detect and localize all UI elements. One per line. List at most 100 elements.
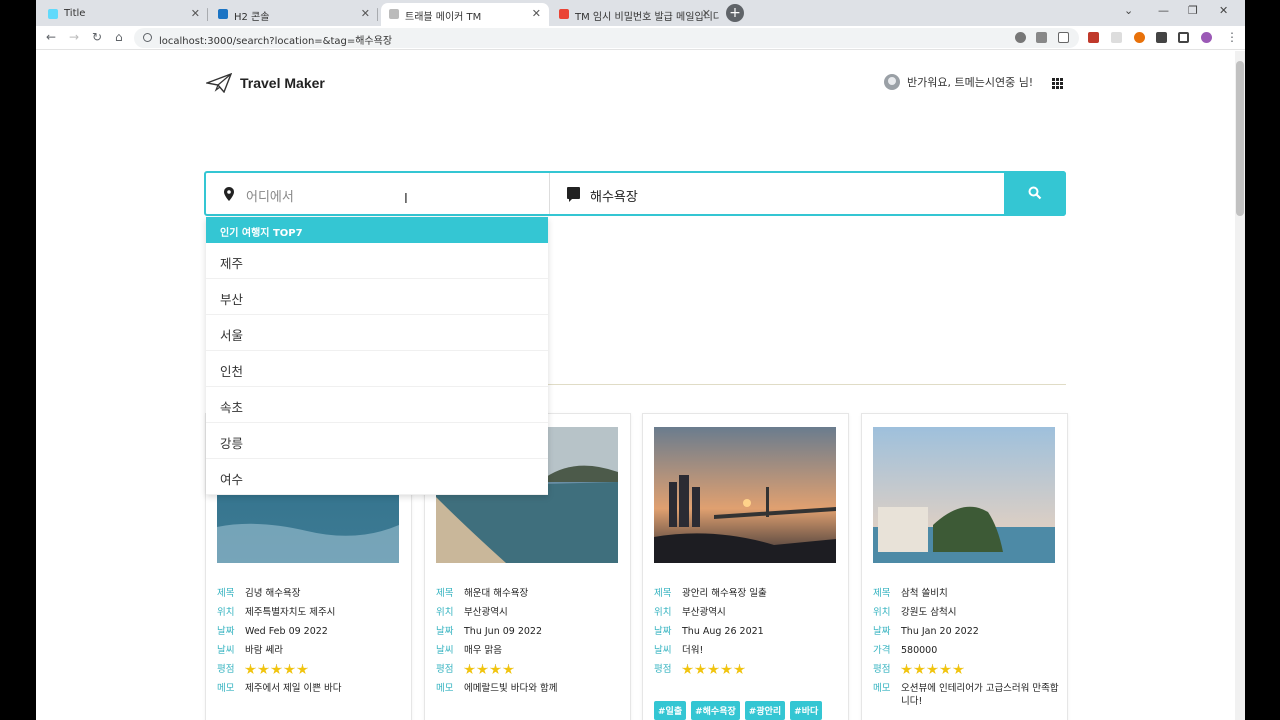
extension-icon[interactable] <box>1111 32 1122 43</box>
star-icon <box>927 664 938 675</box>
star-rating <box>901 660 964 679</box>
dropdown-item[interactable]: 속초 <box>206 387 548 423</box>
key-icon[interactable] <box>1015 32 1026 43</box>
profile-avatar[interactable] <box>1201 32 1212 43</box>
tab-title[interactable]: Title ✕ <box>40 3 208 26</box>
search-icon <box>1028 186 1042 200</box>
search-button[interactable] <box>1004 171 1066 216</box>
dropdown-item[interactable]: 부산 <box>206 279 548 315</box>
star-icon <box>914 664 925 675</box>
star-icon <box>721 664 732 675</box>
browser-toolbar: ← → ↻ ⌂ localhost:3000/search?location=&… <box>36 26 1245 50</box>
tab-h2-console[interactable]: H2 콘솔 ✕ <box>210 3 378 26</box>
memo-row: 메모 제주에서 제일 이쁜 바다 <box>217 683 342 694</box>
star-icon <box>477 664 488 675</box>
weather-row: 날씨 매우 맑음 <box>436 645 502 656</box>
apps-grid-icon[interactable] <box>1052 78 1063 89</box>
dropdown-item[interactable]: 여수 <box>206 459 548 495</box>
dropdown-heading: 인기 여행지 TOP7 <box>206 217 548 243</box>
reload-icon[interactable]: ↻ <box>92 30 102 44</box>
star-rating <box>682 660 745 679</box>
dropdown-item[interactable]: 강릉 <box>206 423 548 459</box>
rating-row: 평점 <box>654 660 840 679</box>
info-icon[interactable] <box>143 33 152 42</box>
star-icon <box>953 664 964 675</box>
post-thumbnail <box>654 427 836 563</box>
tag-value: 해수욕장 <box>590 190 638 205</box>
post-thumbnail <box>873 427 1055 563</box>
page-content: Travel Maker 반가워요, 트메는시연중 님! 어디에서 해수욕장 I… <box>36 51 1235 720</box>
tab-strip: Title ✕ H2 콘솔 ✕ 트래블 메이커 TM ✕ TM 임시 비밀번호 … <box>36 0 1245 26</box>
close-window-icon[interactable]: ✕ <box>1219 4 1228 17</box>
dropdown-item[interactable]: 인천 <box>206 351 548 387</box>
logo[interactable]: Travel Maker <box>206 73 325 93</box>
tag-chip[interactable]: #일출 <box>654 701 687 720</box>
tag-input[interactable]: 해수욕장 <box>550 173 1006 214</box>
date-row: 날짜 Thu Jun 09 2022 <box>436 626 543 637</box>
minimize-icon[interactable]: — <box>1158 4 1169 17</box>
tag-chip[interactable]: #광안리 <box>744 701 786 720</box>
star-icon <box>503 664 514 675</box>
rating-row: 평점 <box>873 660 1059 679</box>
user-greeting[interactable]: 반가워요, 트메는시연중 님! <box>884 74 1033 90</box>
maximize-icon[interactable]: ❐ <box>1188 4 1198 17</box>
location-row: 위치 부산광역시 <box>436 607 508 618</box>
star-icon[interactable] <box>1058 32 1069 43</box>
share-icon[interactable] <box>1036 32 1047 43</box>
star-icon <box>734 664 745 675</box>
extension-icon[interactable] <box>1088 32 1099 43</box>
date-row: 날짜 Thu Jan 20 2022 <box>873 626 979 637</box>
date-row: 날짜 Wed Feb 09 2022 <box>217 626 328 637</box>
star-icon <box>284 664 295 675</box>
search-bar: 어디에서 해수욕장 <box>204 171 1066 216</box>
text-cursor-icon: I <box>404 192 408 207</box>
tab-label: H2 콘솔 <box>234 12 270 23</box>
extension-icon[interactable] <box>1134 32 1145 43</box>
star-icon <box>940 664 951 675</box>
dropdown-item[interactable]: 제주 <box>206 243 548 279</box>
close-icon[interactable]: ✕ <box>702 7 711 20</box>
tab-gmail[interactable]: TM 임시 비밀번호 발급 메일입니다 ✕ <box>551 3 719 26</box>
location-pin-icon <box>224 187 234 201</box>
back-icon[interactable]: ← <box>46 30 56 44</box>
star-icon <box>258 664 269 675</box>
close-icon[interactable]: ✕ <box>191 7 200 20</box>
browser-window: Title ✕ H2 콘솔 ✕ 트래블 메이커 TM ✕ TM 임시 비밀번호 … <box>36 0 1245 720</box>
sidepanel-icon[interactable] <box>1178 32 1189 43</box>
close-icon[interactable]: ✕ <box>361 7 370 20</box>
location-input[interactable]: 어디에서 <box>206 173 550 214</box>
scrollbar[interactable] <box>1235 51 1245 720</box>
paper-plane-favicon-icon <box>389 9 399 19</box>
price-row: 가격 580000 <box>873 645 938 656</box>
tab-travel-maker[interactable]: 트래블 메이커 TM ✕ <box>381 3 549 26</box>
star-icon <box>271 664 282 675</box>
tag-chip[interactable]: #해수욕장 <box>691 701 740 720</box>
greeting-text: 반가워요, 트메는시연중 님! <box>907 76 1034 89</box>
memo-row: 메모 오션뷰에 인테리어가 고급스러워 만족합니다! <box>873 683 1059 707</box>
title-row: 제목 해운대 해수욕장 <box>436 588 529 599</box>
new-tab-button[interactable]: + <box>726 4 744 22</box>
star-icon <box>297 664 308 675</box>
puzzle-icon[interactable] <box>1156 32 1167 43</box>
dropdown-item[interactable]: 서울 <box>206 315 548 351</box>
popular-destinations-dropdown: 인기 여행지 TOP7 제주 부산 서울 인천 속초 강릉 여수 <box>206 217 548 495</box>
tab-search-icon[interactable]: ⌄ <box>1124 4 1133 17</box>
url-text: localhost:3000/search?location=&tag=해수욕장 <box>159 36 393 47</box>
post-card[interactable]: 제목 광안리 해수욕장 일출 위치 부산광역시 날짜 Thu Aug 26 2021 … <box>642 413 849 720</box>
menu-icon[interactable]: ⋮ <box>1226 30 1238 44</box>
logo-text: Travel Maker <box>240 75 325 91</box>
scrollbar-thumb[interactable] <box>1236 61 1244 216</box>
gmail-favicon-icon <box>559 9 569 19</box>
star-rating <box>464 660 514 679</box>
tag-list: #일출 #해수욕장 #광안리 #바다 <box>654 701 823 720</box>
home-icon[interactable]: ⌂ <box>115 30 123 44</box>
star-icon <box>464 664 475 675</box>
close-icon[interactable]: ✕ <box>532 7 541 20</box>
forward-icon[interactable]: → <box>69 30 79 44</box>
star-icon <box>682 664 693 675</box>
star-icon <box>490 664 501 675</box>
tag-chip[interactable]: #바다 <box>790 701 823 720</box>
title-row: 제목 삼척 쏠비치 <box>873 588 948 599</box>
post-card[interactable]: 제목 삼척 쏠비치 위치 강원도 삼척시 날짜 Thu Jan 20 2022 가격 5… <box>861 413 1068 720</box>
address-bar[interactable]: localhost:3000/search?location=&tag=해수욕장 <box>134 28 1079 48</box>
